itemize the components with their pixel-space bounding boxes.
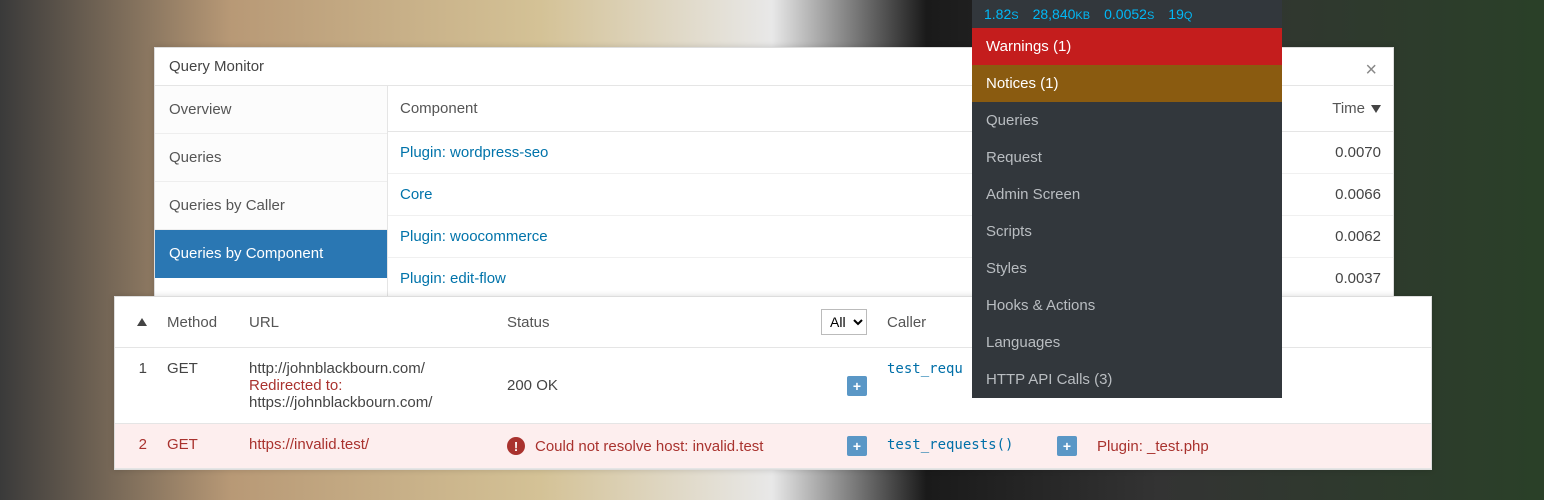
- menu-item-request[interactable]: Request: [972, 139, 1282, 176]
- sort-asc-icon: [137, 318, 147, 326]
- error-icon: !: [507, 437, 525, 455]
- expand-icon[interactable]: +: [1057, 436, 1077, 456]
- caller-cell: test_requests() +: [877, 424, 1087, 468]
- col-status: Status All: [497, 297, 877, 347]
- menu-item-notices[interactable]: Notices (1): [972, 65, 1282, 102]
- expand-icon[interactable]: +: [847, 436, 867, 456]
- panel-sidebar: Overview Queries Queries by Caller Queri…: [155, 86, 388, 300]
- sidebar-item-queries-by-component[interactable]: Queries by Component: [155, 230, 387, 278]
- adminbar-stats[interactable]: 1.82S 28,840KB 0.0052S 19Q: [972, 0, 1282, 28]
- caller-fn: test_requ: [887, 361, 963, 377]
- status-filter-select[interactable]: All: [821, 309, 867, 335]
- stat-db-time: 0.0052S: [1104, 6, 1154, 22]
- menu-item-styles[interactable]: Styles: [972, 250, 1282, 287]
- sidebar-item-overview[interactable]: Overview: [155, 86, 387, 134]
- stat-memory: 28,840KB: [1033, 6, 1091, 22]
- component-link[interactable]: Core: [400, 186, 433, 203]
- url-cell: http://johnblackbourn.com/ Redirected to…: [239, 348, 497, 423]
- sort-icon: [1371, 105, 1381, 113]
- redirect-url: https://johnblackbourn.com/: [249, 394, 487, 411]
- component-link[interactable]: Plugin: wordpress-seo: [400, 144, 548, 161]
- col-url: URL: [239, 297, 497, 347]
- col-component: Component: [388, 86, 1059, 131]
- menu-item-http-api[interactable]: HTTP API Calls (3): [972, 361, 1282, 398]
- col-method: Method: [157, 297, 239, 347]
- menu-item-warnings[interactable]: Warnings (1): [972, 28, 1282, 65]
- http-row-error: 2 GET https://invalid.test/ ! Could not …: [115, 424, 1431, 469]
- col-time[interactable]: Time: [1287, 86, 1393, 131]
- caller-fn: test_requests(): [887, 437, 1013, 453]
- url-text: http://johnblackbourn.com/: [249, 360, 487, 377]
- status-cell: ! Could not resolve host: invalid.test +: [497, 424, 877, 468]
- close-icon[interactable]: ×: [1359, 57, 1383, 84]
- url-text: https://invalid.test/: [239, 424, 497, 468]
- menu-item-hooks[interactable]: Hooks & Actions: [972, 287, 1282, 324]
- menu-item-queries[interactable]: Queries: [972, 102, 1282, 139]
- menu-item-languages[interactable]: Languages: [972, 324, 1282, 361]
- sidebar-item-queries[interactable]: Queries: [155, 134, 387, 182]
- expand-icon[interactable]: +: [847, 376, 867, 396]
- component-link[interactable]: Plugin: woocommerce: [400, 228, 548, 245]
- col-index[interactable]: [115, 297, 157, 347]
- menu-item-admin-screen[interactable]: Admin Screen: [972, 176, 1282, 213]
- component-cell: Plugin: _test.php: [1087, 424, 1431, 468]
- menu-item-scripts[interactable]: Scripts: [972, 213, 1282, 250]
- stat-queries: 19Q: [1168, 6, 1192, 22]
- sidebar-item-queries-by-caller[interactable]: Queries by Caller: [155, 182, 387, 230]
- component-link[interactable]: Plugin: edit-flow: [400, 270, 506, 287]
- adminbar-dropdown: 1.82S 28,840KB 0.0052S 19Q Warnings (1) …: [972, 0, 1282, 398]
- redirect-label: Redirected to:: [249, 377, 487, 394]
- stat-time: 1.82S: [984, 6, 1019, 22]
- status-cell: 200 OK +: [497, 348, 877, 423]
